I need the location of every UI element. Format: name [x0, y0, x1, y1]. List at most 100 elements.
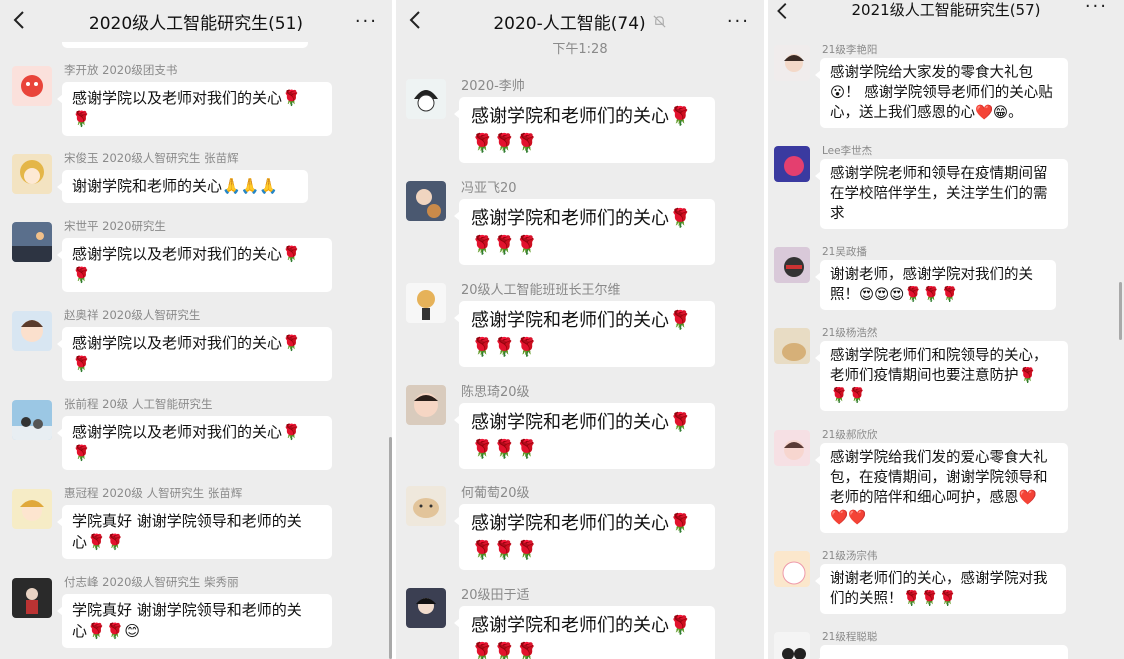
message-bubble[interactable]: 感谢学院以及老师对我们的关心🌹 🌹 — [57, 82, 332, 136]
avatar[interactable] — [774, 430, 810, 466]
sender-name: Lee李世杰 — [822, 145, 873, 157]
avatar[interactable] — [774, 328, 810, 364]
avatar[interactable] — [12, 311, 52, 351]
message-text: 感谢学院以及老师对我们的关心🌹 — [72, 334, 301, 352]
avatar[interactable] — [406, 486, 446, 526]
avatar[interactable] — [12, 222, 52, 262]
scrollbar[interactable] — [1119, 282, 1122, 340]
avatar[interactable] — [406, 283, 446, 323]
message-text-tail: 🌹🌹🌹 — [471, 439, 539, 460]
more-dots-icon[interactable]: ··· — [1085, 0, 1108, 17]
message-bubble[interactable]: 感谢学院老师和领导在疫情期间留 在学校陪伴学生，关注学生们的需 求 — [815, 159, 1068, 229]
avatar[interactable] — [774, 247, 810, 283]
message-text-tail: 🌹🌹🌹 — [471, 337, 539, 358]
avatar[interactable] — [774, 551, 810, 587]
message-line: 感谢学院给大家发的零食大礼包 — [830, 65, 1033, 81]
message-bubble[interactable]: 感谢学院和老师们的关心🌹 🌹🌹🌹 — [454, 199, 715, 265]
avatar[interactable] — [774, 45, 810, 81]
message-line: 😮！ 感谢学院领导老师们的关心贴 — [830, 85, 1053, 101]
avatar[interactable] — [406, 181, 446, 221]
message-line: 包，在疫情期间，谢谢学院领导和 — [830, 470, 1048, 486]
chat-title: 2021级人工智能研究生(57) — [851, 1, 1041, 19]
message-bubble[interactable]: 感谢学院给大家发的零食大礼包 😮！ 感谢学院领导老师们的关心贴 心，送上我们感恩… — [815, 58, 1068, 128]
message-bubble[interactable]: 感谢学院和老师们的关心🌹 🌹🌹🌹 — [454, 301, 715, 367]
avatar[interactable] — [12, 489, 52, 529]
avatar[interactable] — [406, 385, 446, 425]
message-text: 感谢学院以及老师对我们的关心🌹 — [72, 89, 301, 107]
message-bubble[interactable]: 谢谢老师们的关心，感谢学院对我 们的关照！🌹🌹🌹 — [815, 564, 1066, 614]
more-dots-icon[interactable]: ··· — [355, 11, 378, 32]
message-text-tail: 心🌹🌹😊 — [72, 622, 140, 640]
avatar[interactable] — [774, 146, 810, 182]
sender-name: 惠冠程 2020级 人智研究生 张苗辉 — [64, 486, 243, 500]
message-bubble[interactable]: 感谢学院以及老师对我们的关心🌹 🌹 — [57, 238, 332, 292]
message-line: 们的关照！🌹🌹🌹 — [830, 591, 957, 607]
sender-name: 宋俊玉 2020级人智研究生 张苗辉 — [64, 151, 239, 165]
message-text: 感谢学院和老师们的关心🌹 — [471, 310, 692, 331]
sender-name: 21吴政播 — [822, 246, 867, 258]
message-text: 学院真好 谢谢学院领导和老师的关 — [72, 601, 302, 619]
message-text: 感谢学院和老师们的关心🌹 — [471, 106, 692, 127]
scrollbar[interactable] — [389, 437, 392, 659]
sender-name: 21级汤宗伟 — [822, 550, 878, 562]
chevron-left-icon[interactable] — [404, 8, 428, 32]
message-line: 感谢学院老师和领导在疫情期间留 — [830, 166, 1048, 182]
message-bubble[interactable]: 感谢学院以及老师对我们的关心🌹 🌹 — [57, 416, 332, 470]
chat-header: 2020-人工智能(74) ··· — [396, 0, 764, 42]
sender-name: 21级郝欣欣 — [822, 429, 878, 441]
avatar[interactable] — [406, 79, 446, 119]
sender-name: 李开放 2020级团支书 — [64, 63, 178, 77]
message-bubble[interactable]: 感谢学院给我们发的爱心零食大礼 包，在疫情期间，谢谢学院领导和 老师的陪伴和细心… — [815, 443, 1068, 533]
chat-header: 2021级人工智能研究生(57) ··· — [768, 0, 1124, 24]
sender-name: 赵奥祥 2020级人智研究生 — [64, 308, 201, 322]
message-bubble[interactable]: 感谢学院和老师们的关心🌹 🌹🌹🌹 — [454, 606, 715, 659]
message-bubble[interactable]: 感谢学院和老师们的关心🌹 🌹🌹🌹 — [454, 97, 715, 163]
sender-name: 付志峰 2020级人智研究生 柴秀丽 — [64, 575, 239, 589]
message-line: 照！😍😍😍🌹🌹🌹 — [830, 287, 959, 303]
chat-header: 2020级人工智能研究生(51) ··· — [0, 0, 392, 42]
message-bubble[interactable]: 感谢学院和老师们的关心🌹 🌹🌹🌹 — [454, 504, 715, 570]
message-line: 在学校陪伴学生，关注学生们的需 — [830, 186, 1048, 202]
message-text-tail: 🌹 — [72, 355, 91, 373]
message-bubble[interactable]: 学院真好 谢谢学院领导和老师的关 心🌹🌹 — [57, 505, 332, 559]
chat-title: 2020级人工智能研究生(51) — [88, 13, 304, 34]
message-text-tail: 🌹🌹🌹 — [471, 642, 539, 659]
message-text-tail: 🌹🌹🌹 — [471, 235, 539, 256]
chat-panel-left: 2020级人工智能研究生(51) ··· 李开放 2020级团支书 感谢学院以及… — [0, 0, 392, 659]
message-text-tail: 🌹🌹🌹 — [471, 540, 539, 561]
chevron-left-icon[interactable] — [8, 8, 32, 32]
message-text: 谢谢学院和老师的关心🙏🙏🙏 — [72, 177, 279, 195]
sender-name: 20级人工智能班班长王尔维 — [461, 283, 621, 298]
message-text-tail: 🌹 — [72, 266, 91, 284]
avatar[interactable] — [406, 588, 446, 628]
sender-name: 陈思琦20级 — [461, 385, 530, 400]
message-bubble[interactable]: 感谢学院老师们和院领导的关心， 老师们疫情期间也要注意防护🌹 🌹🌹 — [815, 341, 1068, 411]
message-line: 🌹🌹 — [830, 388, 867, 404]
message-bubble[interactable] — [815, 645, 1068, 659]
message-line: 感谢学院给我们发的爱心零食大礼 — [830, 450, 1048, 466]
message-line: 老师们疫情期间也要注意防护🌹 — [830, 368, 1037, 384]
message-bubble[interactable]: 感谢学院和老师们的关心🌹 🌹🌹🌹 — [454, 403, 715, 469]
sender-name: 2020-李帅 — [461, 79, 525, 94]
message-bubble[interactable]: 学院真好 谢谢学院领导和老师的关 心🌹🌹😊 — [57, 594, 332, 648]
avatar[interactable] — [774, 632, 810, 659]
message-bubble[interactable]: 谢谢老师，感谢学院对我们的关 照！😍😍😍🌹🌹🌹 — [815, 260, 1056, 310]
message-text-tail: 🌹🌹🌹 — [471, 133, 539, 154]
avatar[interactable] — [12, 66, 52, 106]
avatar[interactable] — [12, 154, 52, 194]
chevron-left-icon[interactable] — [772, 0, 794, 22]
message-line: 感谢学院老师们和院领导的关心， — [830, 348, 1048, 364]
message-line: ❤️❤️ — [830, 510, 867, 526]
message-text-tail: 🌹 — [72, 444, 91, 462]
bell-off-icon — [653, 14, 666, 28]
avatar[interactable] — [12, 578, 52, 618]
message-line: 心，送上我们感恩的心❤️😁。 — [830, 105, 1023, 121]
chat-panel-right: 2021级人工智能研究生(57) ··· 21级李艳阳 感谢学院给大家发的零食大… — [768, 0, 1124, 659]
message-bubble[interactable]: 感谢学院以及老师对我们的关心🌹 🌹 — [57, 327, 332, 381]
sender-name: 张前程 20级 人工智能研究生 — [64, 397, 213, 411]
message-text-tail: 心🌹🌹 — [72, 533, 125, 551]
message-bubble[interactable]: 谢谢学院和老师的关心🙏🙏🙏 — [57, 170, 308, 203]
sender-name: 20级田于适 — [461, 588, 530, 603]
avatar[interactable] — [12, 400, 52, 440]
more-dots-icon[interactable]: ··· — [727, 11, 750, 32]
